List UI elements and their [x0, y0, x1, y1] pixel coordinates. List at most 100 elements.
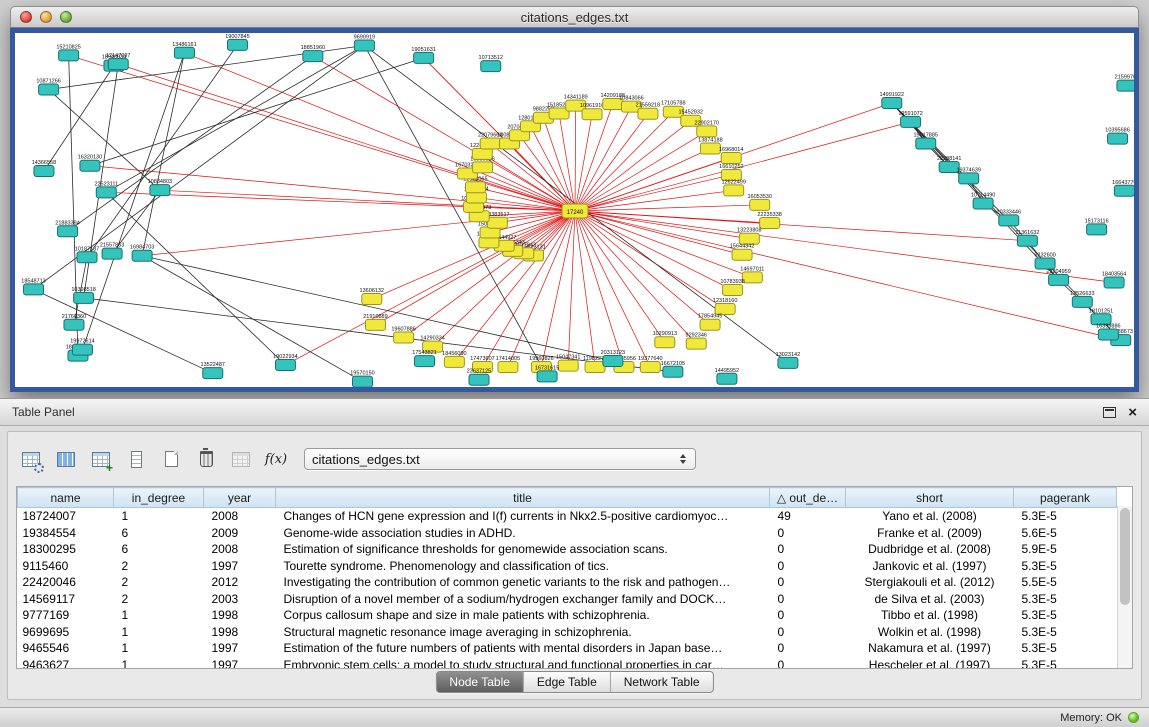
svg-text:13606132: 13606132: [360, 288, 384, 294]
table-settings-button[interactable]: [18, 447, 44, 471]
table-cell: 1998: [204, 607, 276, 624]
svg-text:21883394: 21883394: [55, 220, 79, 226]
table-row[interactable]: 2242004622012Investigating the contribut…: [18, 574, 1117, 591]
svg-text:9690919: 9690919: [354, 34, 375, 40]
float-panel-icon[interactable]: [1103, 407, 1116, 418]
import-table-button[interactable]: +: [88, 447, 114, 471]
svg-text:13223808: 13223808: [737, 228, 761, 234]
svg-text:22637125: 22637125: [467, 369, 491, 375]
table-row[interactable]: 911546021997Tourette syndrome. Phenomeno…: [18, 558, 1117, 575]
svg-text:16984703: 16984703: [130, 245, 154, 251]
table-toolbar: + f(x) citations_edges.txt: [18, 446, 696, 472]
table-cell: 9463627: [18, 657, 114, 670]
table-cell: Yano et al. (2008): [846, 508, 1014, 525]
svg-text:13522487: 13522487: [201, 362, 225, 368]
rows-icon: [131, 451, 142, 468]
network-canvas[interactable]: 1561313121977842228663431444492715476631…: [15, 33, 1134, 387]
svg-text:18548713: 18548713: [21, 278, 45, 284]
table-scrollbar[interactable]: [1117, 506, 1132, 668]
table-cell: 2003: [204, 591, 276, 608]
columns-icon: [57, 452, 75, 467]
svg-text:22288141: 22288141: [937, 156, 961, 162]
table-row[interactable]: 977716911998Corpus callosum shape and si…: [18, 607, 1117, 624]
tab-network-table[interactable]: Network Table: [611, 672, 713, 692]
table-cell: 5.3E-5: [1014, 558, 1117, 575]
svg-text:22235338: 22235338: [757, 212, 781, 218]
table-cell: 1: [114, 624, 204, 641]
column-header-out-degree[interactable]: △ out_de…: [770, 488, 846, 508]
column-header-title[interactable]: title: [276, 488, 770, 508]
minimize-window-button[interactable]: [40, 11, 52, 23]
table-cell: Embryonic stem cells: a model to study s…: [276, 657, 770, 670]
svg-text:10187137: 10187137: [75, 246, 99, 252]
table-cell: 6: [114, 525, 204, 542]
svg-text:19972614: 19972614: [70, 339, 94, 345]
new-table-button[interactable]: [158, 447, 184, 471]
svg-text:9232600: 9232600: [1034, 253, 1055, 259]
column-header-short[interactable]: short: [846, 488, 1014, 508]
table-cell: Franke et al. (2009): [846, 525, 1014, 542]
tab-node-table[interactable]: Node Table: [436, 672, 524, 692]
table-row[interactable]: 1938455462009Genome-wide association stu…: [18, 525, 1117, 542]
svg-text:14341189: 14341189: [564, 95, 588, 101]
zoom-window-button[interactable]: [60, 11, 72, 23]
window-titlebar[interactable]: citations_edges.txt: [10, 6, 1139, 28]
table-row[interactable]: 969969511998Structural magnetic resonanc…: [18, 624, 1117, 641]
table-row[interactable]: 946362711997Embryonic stem cells: a mode…: [18, 657, 1117, 670]
svg-text:10398518: 10398518: [71, 287, 95, 293]
svg-text:19374639: 19374639: [956, 167, 980, 173]
table-cell: 2008: [204, 508, 276, 525]
table-cell: 0: [770, 558, 846, 575]
table-panel-header[interactable]: Table Panel ×: [0, 399, 1149, 426]
column-header-pagerank[interactable]: pagerank: [1014, 488, 1117, 508]
svg-text:16968014: 16968014: [719, 147, 743, 153]
delete-table-button[interactable]: [193, 447, 219, 471]
column-header-in-degree[interactable]: in_degree: [114, 488, 204, 508]
scrollbar-thumb[interactable]: [1120, 508, 1130, 605]
table-cell: Wolkin et al. (1998): [846, 624, 1014, 641]
table-cell: 5.3E-5: [1014, 607, 1117, 624]
svg-text:15210825: 15210825: [56, 44, 80, 50]
table-header-row: name in_degree year title △ out_de… shor…: [18, 488, 1117, 508]
table-row[interactable]: 1456911722003Disruption of a novel membe…: [18, 591, 1117, 608]
table-selector-value: citations_edges.txt: [312, 452, 420, 467]
table-cell: 2: [114, 574, 204, 591]
svg-text:21910889: 21910889: [363, 314, 387, 320]
table-cell: 6: [114, 541, 204, 558]
svg-text:14991922: 14991922: [880, 92, 904, 98]
table-cell: 0: [770, 657, 846, 670]
table-panel-title: Table Panel: [12, 405, 75, 419]
svg-text:14290334: 14290334: [420, 336, 444, 342]
svg-text:19051631: 19051631: [411, 47, 435, 53]
table-row[interactable]: 1872400712008Changes of HCN gene express…: [18, 508, 1117, 525]
close-panel-icon[interactable]: ×: [1128, 405, 1137, 420]
row-options-button[interactable]: [123, 447, 149, 471]
table-cell: Nakamura et al. (1997): [846, 640, 1014, 657]
svg-text:10834803: 10834803: [148, 179, 172, 185]
tab-edge-table[interactable]: Edge Table: [524, 672, 611, 692]
svg-text:19007845: 19007845: [225, 34, 249, 40]
column-header-name[interactable]: name: [18, 488, 114, 508]
table-cell: Estimation of the future numbers of pati…: [276, 640, 770, 657]
table-cell: 2: [114, 591, 204, 608]
table-row[interactable]: 1830029562008Estimation of significance …: [18, 541, 1117, 558]
table-cell: 0: [770, 591, 846, 608]
table-selector-dropdown[interactable]: citations_edges.txt: [304, 448, 696, 470]
table-row[interactable]: 946554611997Estimation of the future num…: [18, 640, 1117, 657]
table-cell: 0: [770, 640, 846, 657]
table-cell: 9465546: [18, 640, 114, 657]
column-header-year[interactable]: year: [204, 488, 276, 508]
show-columns-button[interactable]: [53, 447, 79, 471]
svg-text:22523111: 22523111: [94, 181, 118, 187]
svg-text:22902170: 22902170: [695, 120, 719, 126]
function-builder-button[interactable]: f(x): [263, 447, 289, 471]
svg-text:15017885: 15017885: [914, 133, 938, 139]
svg-text:10333446: 10333446: [997, 209, 1021, 215]
svg-text:14697011: 14697011: [740, 266, 764, 272]
svg-text:16053530: 16053530: [747, 194, 771, 200]
close-window-button[interactable]: [20, 11, 32, 23]
svg-text:12526633: 12526633: [1070, 291, 1094, 297]
table-cell: 1: [114, 607, 204, 624]
svg-text:16731615: 16731615: [535, 365, 559, 371]
table-cell: 1: [114, 508, 204, 525]
